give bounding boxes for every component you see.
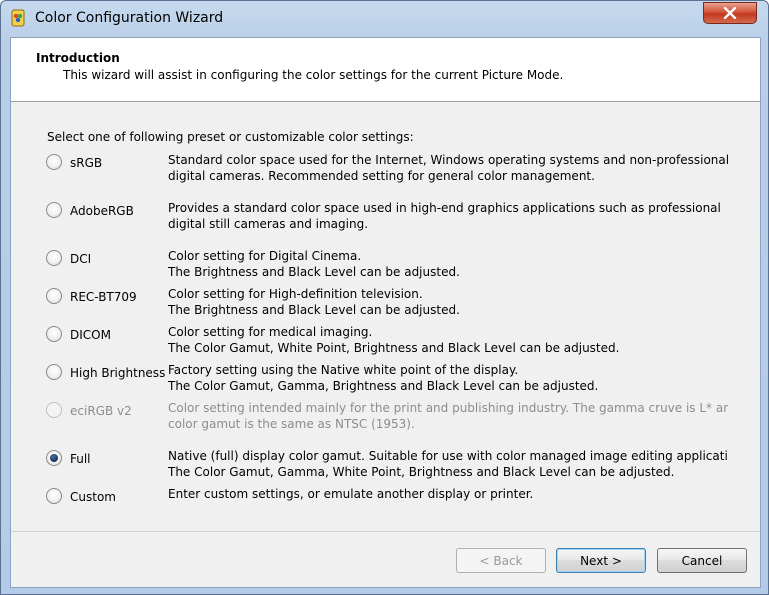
app-icon [11,9,25,27]
option-description: Color setting for Digital Cinema. The Bri… [168,248,728,280]
selection-prompt: Select one of following preset or custom… [47,130,414,144]
option-label[interactable]: Custom [70,490,116,504]
description-line: The Color Gamut, Gamma, Brightness and B… [168,379,599,393]
option-label[interactable]: High Brightness [70,366,165,380]
option-description: Color setting for High-definition televi… [168,286,728,318]
description-line: Native (full) display color gamut. Suita… [168,449,728,463]
description-line: Enter custom settings, or emulate anothe… [168,487,534,501]
description-line: Standard color space used for the Intern… [168,153,728,167]
page-subtitle: This wizard will assist in configuring t… [63,68,564,82]
description-line: The Brightness and Black Level can be ad… [168,303,460,317]
close-button[interactable] [703,2,757,24]
option-label[interactable]: DCI [70,252,91,266]
radio-button[interactable] [46,364,62,380]
description-line: color gamut is the same as NTSC (1953). [168,417,415,431]
description-line: Color setting for High-definition televi… [168,287,423,301]
window-title: Color Configuration Wizard [35,10,224,26]
cancel-button[interactable]: Cancel [657,548,747,573]
description-line: Color setting for medical imaging. [168,325,373,339]
radio-button[interactable] [46,450,62,466]
radio-button[interactable] [46,326,62,342]
footer-divider [11,531,760,532]
wizard-window: Color Configuration Wizard Introduction … [0,0,769,595]
radio-button [46,402,62,418]
description-line: digital cameras. Recommended setting for… [168,169,595,183]
option-label[interactable]: REC-BT709 [70,290,137,304]
option-label[interactable]: Full [70,452,91,466]
wizard-content: Introduction This wizard will assist in … [10,37,761,588]
description-line: Factory setting using the Native white p… [168,363,519,377]
option-description: Color setting intended mainly for the pr… [168,400,728,432]
option-description: Native (full) display color gamut. Suita… [168,448,728,480]
option-label[interactable]: AdobeRGB [70,204,134,218]
close-icon [723,7,737,19]
description-line: The Color Gamut, White Point, Brightness… [168,341,620,355]
option-label: eciRGB v2 [70,404,132,418]
radio-button[interactable] [46,488,62,504]
page-title: Introduction [36,51,120,65]
description-line: digital still cameras and imaging. [168,217,369,231]
description-line: Color setting intended mainly for the pr… [168,401,728,415]
next-button[interactable]: Next > [556,548,646,573]
back-button[interactable]: < Back [456,548,546,573]
option-description: Color setting for medical imaging. The Co… [168,324,728,356]
description-line: Provides a standard color space used in … [168,201,721,215]
option-description: Standard color space used for the Intern… [168,152,728,184]
title-bar[interactable]: Color Configuration Wizard [1,1,768,37]
wizard-header: Introduction This wizard will assist in … [11,38,760,102]
radio-button[interactable] [46,202,62,218]
radio-button[interactable] [46,250,62,266]
option-label[interactable]: sRGB [70,156,102,170]
option-description: Enter custom settings, or emulate anothe… [168,486,728,502]
radio-button[interactable] [46,154,62,170]
description-line: The Brightness and Black Level can be ad… [168,265,460,279]
option-description: Provides a standard color space used in … [168,200,728,232]
description-line: Color setting for Digital Cinema. [168,249,362,263]
option-label[interactable]: DICOM [70,328,111,342]
option-description: Factory setting using the Native white p… [168,362,728,394]
radio-button[interactable] [46,288,62,304]
description-line: The Color Gamut, Gamma, White Point, Bri… [168,465,675,479]
